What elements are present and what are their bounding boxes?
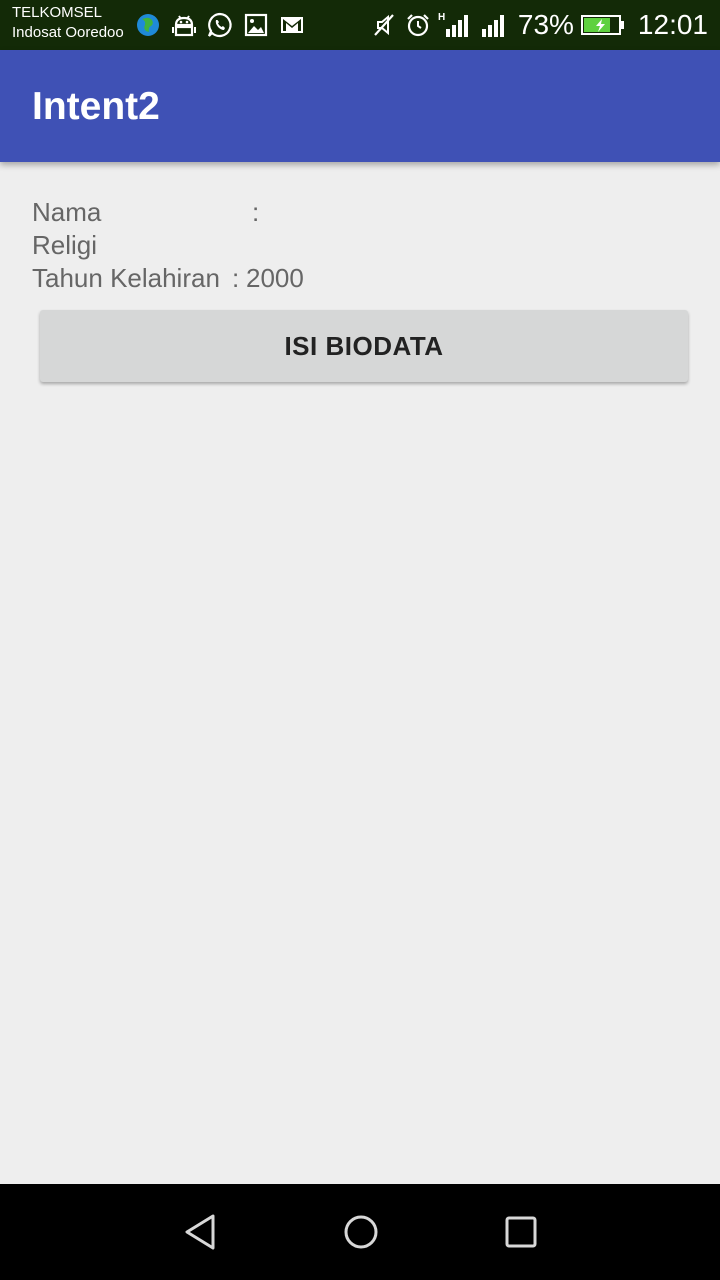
status-bar: TELKOMSEL Indosat Ooredoo H 73% 12:01 (0, 0, 720, 50)
signal-icon (481, 15, 504, 37)
religi-row: Religi (32, 229, 688, 262)
carrier-name-2: Indosat Ooredoo (12, 24, 124, 41)
alarm-icon (407, 14, 429, 37)
whatsapp-icon (207, 12, 232, 38)
carrier-name-1: TELKOMSEL (12, 4, 103, 21)
nama-separator: : (252, 197, 260, 227)
tahun-kelahiran-value: 2000 (246, 263, 304, 293)
notification-icons (134, 10, 306, 40)
religi-label: Religi (32, 230, 98, 260)
globe-icon (137, 14, 159, 36)
nama-label: Nama (32, 197, 102, 227)
android-icon (172, 15, 196, 37)
clock: 12:01 (637, 9, 708, 40)
nama-row: Nama : (32, 196, 688, 229)
gmail-icon (281, 17, 303, 33)
recent-apps-icon[interactable] (497, 1208, 545, 1256)
carrier-info: TELKOMSEL Indosat Ooredoo (12, 3, 124, 43)
battery-charging-icon (580, 15, 624, 35)
isi-biodata-button[interactable]: ISI BIODATA (40, 310, 688, 382)
navigation-bar (0, 1184, 720, 1280)
app-title: Intent2 (32, 85, 160, 128)
signal-icon: H (438, 12, 468, 37)
screen: TELKOMSEL Indosat Ooredoo H 73% 12:01 In… (0, 0, 720, 1280)
tahun-row: Tahun Kelahiran : 2000 (32, 262, 688, 295)
tahun-kelahiran-label: Tahun Kelahiran (32, 263, 220, 293)
tahun-separator: : (232, 263, 240, 293)
home-icon[interactable] (337, 1208, 385, 1256)
biodata-panel: Nama : Religi Tahun Kelahiran : 2000 (32, 196, 688, 295)
network-type-label: H (438, 12, 445, 23)
app-bar: Intent2 (0, 50, 720, 162)
gallery-icon (244, 13, 268, 37)
system-icons: H 73% 12:01 (370, 8, 720, 42)
back-icon[interactable] (177, 1208, 225, 1256)
mute-icon (374, 14, 394, 36)
battery-percent: 73% (517, 9, 574, 40)
